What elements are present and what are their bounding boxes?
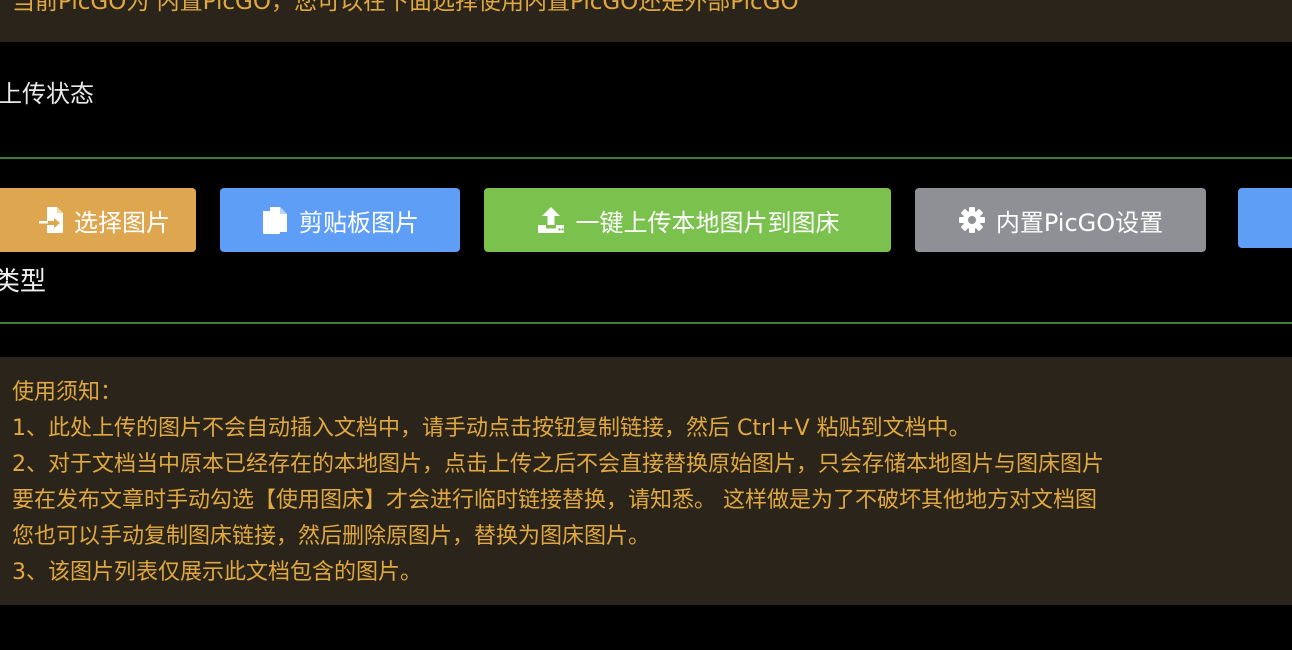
usage-notice-line: 您也可以手动复制图床链接，然后删除原图片，替换为图床图片。 [12, 524, 651, 549]
file-import-icon [38, 206, 64, 234]
upload-local-label: 一键上传本地图片到图床 [575, 208, 840, 237]
divider [0, 322, 1292, 324]
picgo-mode-notice-text: 当前PicGO为 内置PicGO，您可以在下面选择使用内置PicGO还是外部Pi… [12, 0, 799, 15]
usage-notice-line: 1、此处上传的图片不会自动插入文档中，请手动点击按钮复制链接，然后 Ctrl+V… [12, 416, 971, 441]
upload-local-images-button[interactable]: 一键上传本地图片到图床 [484, 188, 891, 252]
picgo-settings-button[interactable]: 内置PicGO设置 [915, 188, 1206, 252]
divider [0, 157, 1292, 159]
select-image-button[interactable]: 选择图片 [0, 188, 196, 252]
usage-notice-line: 要在发布文章时手动勾选【使用图床】才会进行临时链接替换，请知悉。 这样做是为了不… [12, 488, 1097, 513]
gear-icon [958, 206, 986, 234]
copy-icon [261, 205, 289, 235]
type-label: 类型 [0, 267, 47, 297]
clipboard-image-button[interactable]: 剪贴板图片 [220, 188, 460, 252]
usage-notice-line: 3、该图片列表仅展示此文档包含的图片。 [12, 560, 422, 585]
picgo-mode-notice: 当前PicGO为 内置PicGO，您可以在下面选择使用内置PicGO还是外部Pi… [0, 0, 1292, 42]
usage-notice-line: 2、对于文档当中原本已经存在的本地图片，点击上传之后不会直接替换原始图片，只会存… [12, 452, 1105, 477]
picgo-upload-panel: 当前PicGO为 内置PicGO，您可以在下面选择使用内置PicGO还是外部Pi… [0, 0, 1292, 650]
picgo-settings-label: 内置PicGO设置 [995, 208, 1164, 237]
select-image-label: 选择图片 [74, 208, 170, 237]
clipboard-image-label: 剪贴板图片 [299, 208, 419, 237]
upload-status-title: 上传状态 [0, 80, 94, 108]
overflow-button[interactable] [1238, 188, 1292, 248]
upload-icon [536, 205, 566, 235]
usage-notice-title: 使用须知： [12, 380, 123, 405]
usage-notice: 使用须知： 1、此处上传的图片不会自动插入文档中，请手动点击按钮复制链接，然后 … [0, 357, 1292, 605]
